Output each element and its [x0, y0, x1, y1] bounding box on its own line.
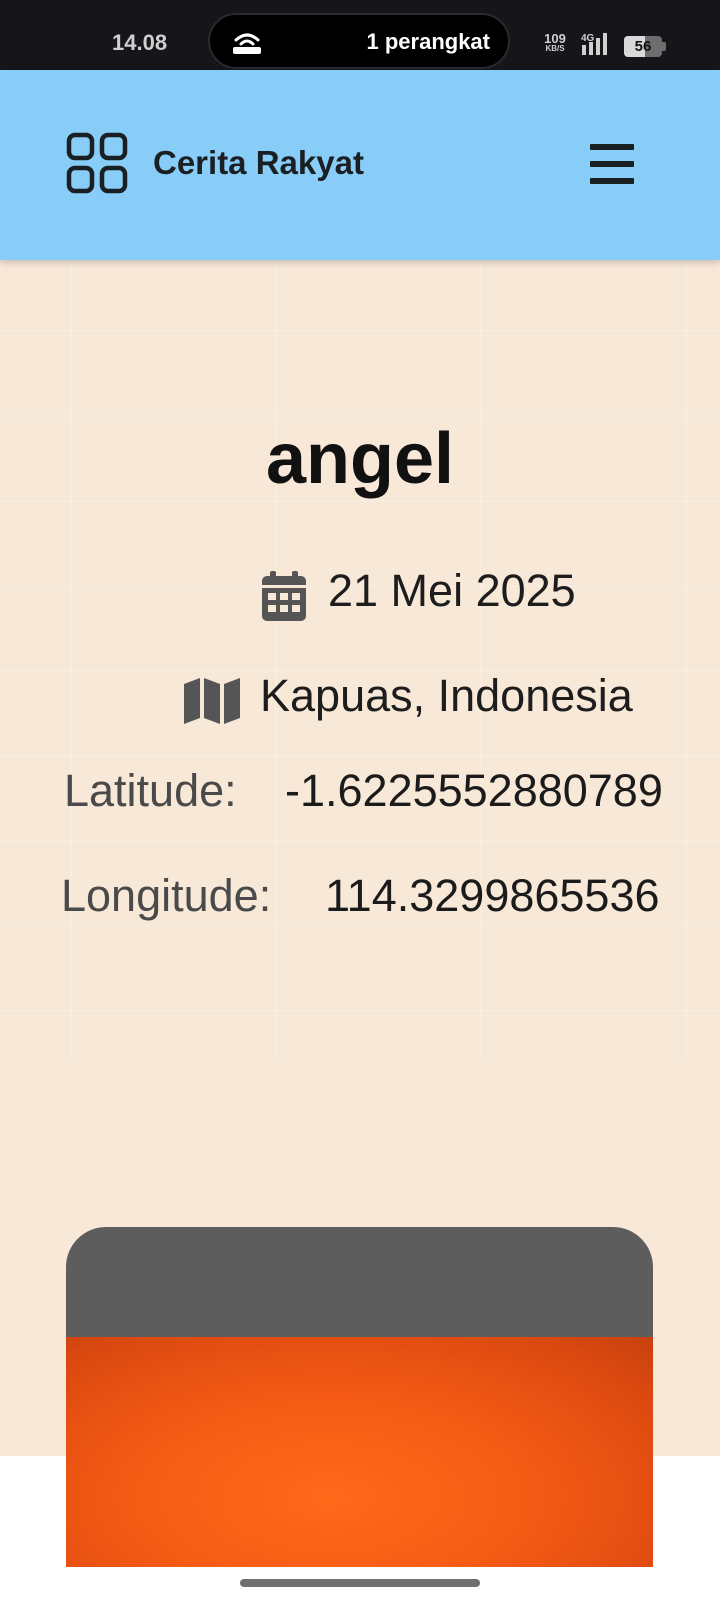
hamburger-icon-bar — [590, 161, 634, 167]
status-bar: 14.08 1 perangkat 109 KB/S 4G 56 — [0, 0, 720, 70]
network-speed: 109 KB/S — [540, 32, 570, 53]
calendar-icon — [262, 571, 306, 621]
hotspot-icon — [233, 33, 261, 54]
map-icon — [184, 678, 240, 724]
story-image[interactable] — [66, 1337, 653, 1567]
hamburger-icon-bar — [590, 178, 634, 184]
grid-icon[interactable] — [66, 132, 128, 194]
brand-title[interactable]: Cerita Rakyat — [153, 144, 364, 182]
battery-icon: 56 — [624, 36, 662, 57]
hamburger-icon-bar — [590, 144, 634, 150]
signal-icon: 4G — [581, 33, 607, 55]
story-media-card[interactable] — [66, 1227, 653, 1600]
battery-tip — [662, 42, 666, 51]
story-date-text: 21 Mei 2025 — [328, 565, 576, 616]
story-title: angel — [265, 419, 455, 499]
longitude-label: Longitude: — [61, 870, 272, 921]
latitude-label: Latitude: — [64, 765, 237, 816]
media-frame — [66, 1227, 653, 1337]
latitude-value: -1.6225552880789 — [285, 765, 663, 816]
battery-level: 56 — [634, 38, 652, 55]
menu-button[interactable] — [587, 142, 635, 190]
home-indicator[interactable] — [240, 1579, 480, 1587]
status-time: 14.08 — [112, 30, 168, 55]
hotspot-label: 1 perangkat — [366, 29, 491, 54]
background-pattern — [0, 260, 720, 1060]
hotspot-pill[interactable]: 1 perangkat — [208, 13, 510, 69]
longitude-value: 114.3299865536 — [325, 870, 660, 921]
story-location-text: Kapuas, Indonesia — [260, 670, 633, 721]
